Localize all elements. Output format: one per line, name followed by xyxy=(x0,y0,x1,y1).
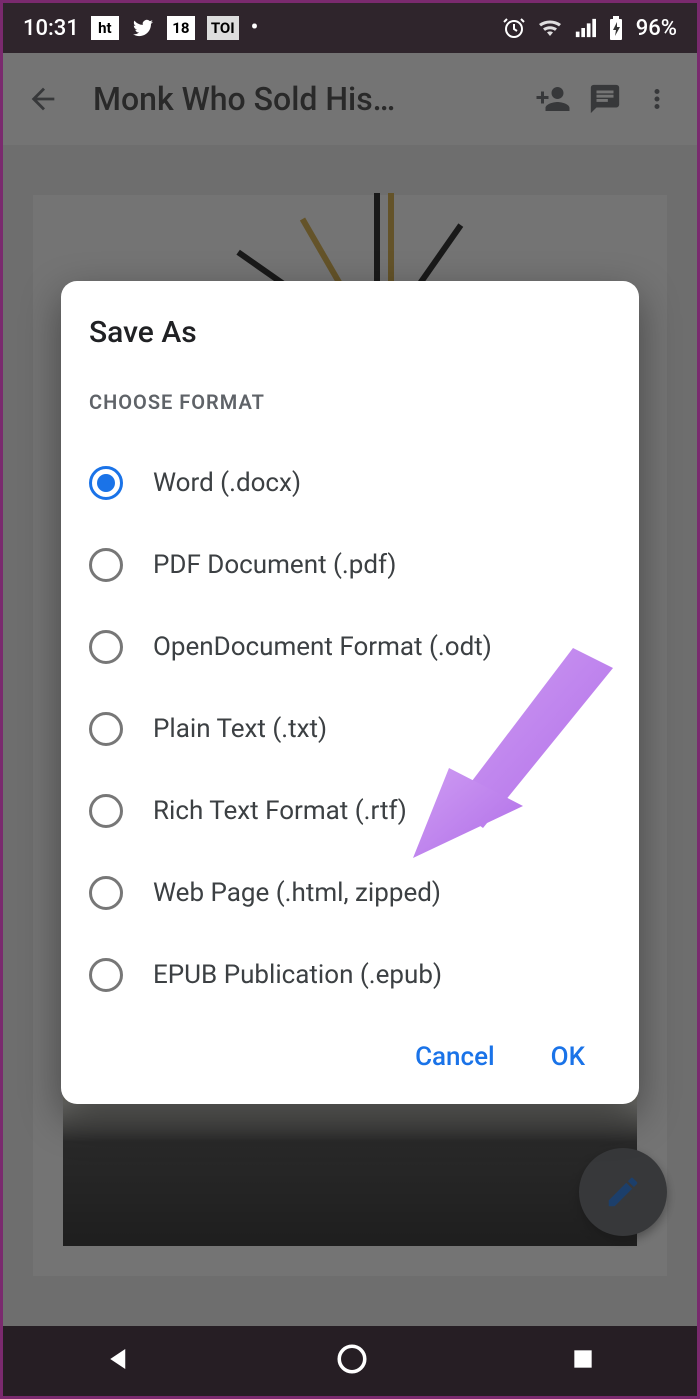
format-option-pdf[interactable]: PDF Document (.pdf) xyxy=(89,524,611,606)
option-label: OpenDocument Format (.odt) xyxy=(153,632,492,662)
notif-overflow-dot: • xyxy=(251,17,259,39)
status-bar: 10:31 ht 18 TOI • 96% xyxy=(3,3,697,53)
ok-button[interactable]: OK xyxy=(551,1042,585,1072)
format-option-epub[interactable]: EPUB Publication (.epub) xyxy=(89,934,611,1016)
nav-home-button[interactable] xyxy=(335,1342,369,1380)
dialog-actions: Cancel OK xyxy=(89,1016,611,1084)
android-nav-bar xyxy=(3,1326,697,1396)
format-option-odt[interactable]: OpenDocument Format (.odt) xyxy=(89,606,611,688)
triangle-back-icon xyxy=(104,1344,134,1374)
notif-chip: ht xyxy=(91,16,119,40)
option-label: Web Page (.html, zipped) xyxy=(153,878,441,908)
option-label: Plain Text (.txt) xyxy=(153,714,327,744)
battery-icon xyxy=(608,16,624,40)
status-time: 10:31 xyxy=(23,16,79,41)
option-label: EPUB Publication (.epub) xyxy=(153,960,442,990)
radio-icon xyxy=(89,548,123,582)
dialog-title: Save As xyxy=(89,315,611,350)
option-label: PDF Document (.pdf) xyxy=(153,550,396,580)
dialog-subhead: CHOOSE FORMAT xyxy=(89,390,611,414)
radio-icon xyxy=(89,630,123,664)
wifi-icon xyxy=(538,16,562,40)
device-frame: Monk Who Sold His… xyxy=(0,0,700,1399)
circle-home-icon xyxy=(335,1342,369,1376)
battery-percent: 96% xyxy=(636,16,677,41)
format-option-rtf[interactable]: Rich Text Format (.rtf) xyxy=(89,770,611,852)
radio-icon xyxy=(89,876,123,910)
format-option-docx[interactable]: Word (.docx) xyxy=(89,442,611,524)
radio-icon xyxy=(89,958,123,992)
signal-icon xyxy=(574,17,596,39)
notif-chip: TOI xyxy=(207,16,239,40)
notif-chip: 18 xyxy=(167,16,195,40)
cancel-button[interactable]: Cancel xyxy=(415,1042,495,1072)
nav-recent-button[interactable] xyxy=(570,1346,596,1376)
option-label: Word (.docx) xyxy=(153,468,301,498)
radio-icon xyxy=(89,794,123,828)
option-label: Rich Text Format (.rtf) xyxy=(153,796,407,826)
square-recent-icon xyxy=(570,1346,596,1372)
format-option-html[interactable]: Web Page (.html, zipped) xyxy=(89,852,611,934)
radio-icon xyxy=(89,712,123,746)
radio-icon xyxy=(89,466,123,500)
twitter-icon xyxy=(131,16,155,40)
save-as-dialog: Save As CHOOSE FORMAT Word (.docx) PDF D… xyxy=(61,281,639,1104)
alarm-icon xyxy=(502,16,526,40)
format-option-txt[interactable]: Plain Text (.txt) xyxy=(89,688,611,770)
nav-back-button[interactable] xyxy=(104,1344,134,1378)
